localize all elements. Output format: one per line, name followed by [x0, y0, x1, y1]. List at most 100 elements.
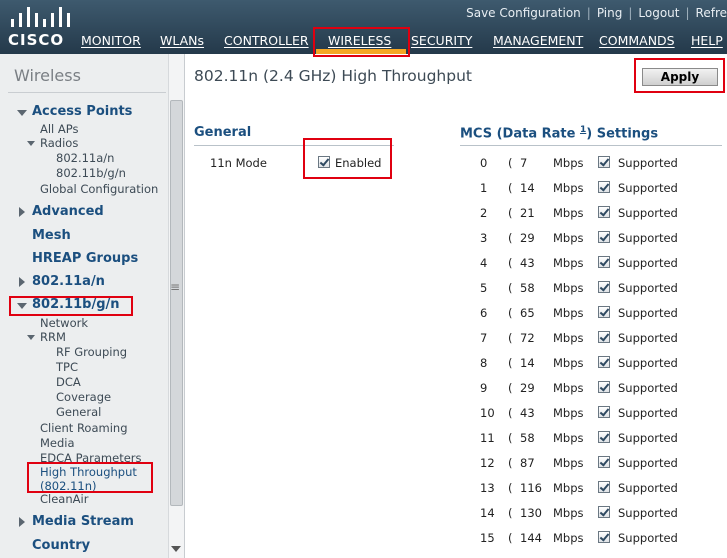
- 11n-mode-checkbox[interactable]: [318, 156, 330, 168]
- mcs-row: 12 (87 Mbps Supported: [450, 456, 720, 481]
- mcs-supported-checkbox[interactable]: [598, 506, 610, 518]
- mcs-rate: 7: [520, 156, 528, 170]
- mcs-unit: Mbps: [553, 331, 584, 345]
- mcs-supported-checkbox[interactable]: [598, 156, 610, 168]
- mcs-index: 7: [480, 331, 488, 345]
- mcs-supported-label: Supported: [618, 156, 678, 170]
- triangle-down-icon[interactable]: [27, 141, 35, 146]
- divider: [194, 145, 394, 146]
- sidebar-item-access-points[interactable]: Access Points: [32, 104, 132, 119]
- mcs-supported-checkbox[interactable]: [598, 281, 610, 293]
- sidebar-item-tpc[interactable]: TPC: [56, 360, 78, 374]
- sidebar-item-global-configuration[interactable]: Global Configuration: [40, 182, 158, 196]
- mcs-rate: 87: [520, 456, 535, 470]
- mcs-supported-label: Supported: [618, 531, 678, 545]
- sidebar-item-advanced[interactable]: Advanced: [32, 204, 104, 219]
- sidebar-item-high-throughput[interactable]: High Throughput: [40, 465, 137, 479]
- nav-management[interactable]: MANAGEMENT: [493, 33, 583, 48]
- triangle-right-icon[interactable]: [19, 517, 25, 527]
- mcs-index: 4: [480, 256, 488, 270]
- sidebar-item-edca-parameters[interactable]: EDCA Parameters: [40, 451, 142, 465]
- sidebar-item-coverage[interactable]: Coverage: [56, 390, 111, 404]
- mcs-supported-label: Supported: [618, 306, 678, 320]
- mcs-rate: 29: [520, 381, 535, 395]
- nav-wireless[interactable]: WIRELESS: [328, 33, 391, 48]
- sidebar-item-80211an[interactable]: 802.11a/n: [32, 274, 105, 289]
- sidebar-item-radios-80211bgn[interactable]: 802.11b/g/n: [56, 166, 126, 180]
- mcs-open-paren: (: [508, 156, 513, 170]
- mcs-rate: 58: [520, 431, 535, 445]
- nav-monitor[interactable]: MONITOR: [81, 33, 141, 48]
- mcs-supported-checkbox[interactable]: [598, 431, 610, 443]
- ping-link[interactable]: Ping: [597, 6, 623, 20]
- mcs-supported-label: Supported: [618, 181, 678, 195]
- mcs-rate: 72: [520, 331, 535, 345]
- mcs-unit: Mbps: [553, 506, 584, 520]
- mcs-rate: 21: [520, 206, 535, 220]
- nav-controller[interactable]: CONTROLLER: [224, 33, 309, 48]
- mcs-index: 10: [480, 406, 495, 420]
- mcs-unit: Mbps: [553, 406, 584, 420]
- mcs-supported-checkbox[interactable]: [598, 181, 610, 193]
- mcs-supported-label: Supported: [618, 206, 678, 220]
- sidebar-item-dca[interactable]: DCA: [56, 375, 81, 389]
- mcs-supported-checkbox[interactable]: [598, 256, 610, 268]
- sidebar-item-client-roaming[interactable]: Client Roaming: [40, 421, 128, 435]
- mcs-supported-label: Supported: [618, 456, 678, 470]
- sidebar-item-80211bgn[interactable]: 802.11b/g/n: [32, 297, 120, 312]
- sidebar-item-hreap-groups[interactable]: HREAP Groups: [32, 251, 138, 266]
- sidebar-item-mesh[interactable]: Mesh: [32, 228, 71, 243]
- nav-security[interactable]: SECURITY: [411, 33, 472, 48]
- mcs-supported-checkbox[interactable]: [598, 306, 610, 318]
- mcs-supported-checkbox[interactable]: [598, 356, 610, 368]
- sidebar-item-media-stream[interactable]: Media Stream: [32, 514, 134, 529]
- scroll-down-arrow-icon[interactable]: [171, 546, 181, 552]
- mcs-supported-checkbox[interactable]: [598, 206, 610, 218]
- mcs-supported-checkbox[interactable]: [598, 406, 610, 418]
- scrollbar-thumb[interactable]: [170, 100, 183, 506]
- sidebar-item-cleanair[interactable]: CleanAir: [40, 492, 88, 506]
- scroll-grip-icon: ≡: [170, 280, 181, 294]
- mcs-supported-label: Supported: [618, 481, 678, 495]
- sidebar-item-media[interactable]: Media: [40, 436, 75, 450]
- sidebar-item-general[interactable]: General: [56, 405, 101, 419]
- mcs-open-paren: (: [508, 256, 513, 270]
- mcs-supported-checkbox[interactable]: [598, 381, 610, 393]
- triangle-down-icon[interactable]: [27, 335, 35, 340]
- mcs-supported-checkbox[interactable]: [598, 331, 610, 343]
- sidebar-item-radios[interactable]: Radios: [40, 136, 78, 150]
- link-separator: |: [685, 6, 690, 20]
- apply-button[interactable]: Apply: [642, 68, 718, 86]
- mcs-open-paren: (: [508, 206, 513, 220]
- sidebar-item-high-throughput-80211n[interactable]: (802.11n): [40, 479, 97, 493]
- mcs-supported-checkbox[interactable]: [598, 456, 610, 468]
- mcs-open-paren: (: [508, 531, 513, 545]
- refresh-link[interactable]: Refre: [696, 6, 727, 20]
- triangle-right-icon[interactable]: [19, 207, 25, 217]
- triangle-right-icon[interactable]: [19, 277, 25, 287]
- sidebar-item-country[interactable]: Country: [32, 538, 90, 553]
- nav-help[interactable]: HELP: [691, 33, 723, 48]
- sidebar-item-all-aps[interactable]: All APs: [40, 122, 79, 136]
- mcs-row: 5 (58 Mbps Supported: [450, 281, 720, 306]
- triangle-down-icon[interactable]: [17, 110, 27, 116]
- mcs-supported-checkbox[interactable]: [598, 531, 610, 543]
- mcs-index: 8: [480, 356, 488, 370]
- logout-link[interactable]: Logout: [638, 6, 679, 20]
- mcs-index: 15: [480, 531, 495, 545]
- sidebar-item-rf-grouping[interactable]: RF Grouping: [56, 345, 127, 359]
- sidebar-item-radios-80211an[interactable]: 802.11a/n: [56, 151, 114, 165]
- mcs-rate: 14: [520, 356, 535, 370]
- nav-commands[interactable]: COMMANDS: [599, 33, 675, 48]
- save-configuration-link[interactable]: Save Configuration: [466, 6, 581, 20]
- nav-wlans[interactable]: WLANs: [160, 33, 204, 48]
- triangle-down-icon[interactable]: [17, 303, 27, 309]
- mcs-settings-heading: MCS (Data Rate 1) Settings: [460, 125, 658, 141]
- top-links: Save Configuration | Ping | Logout | Refre: [466, 6, 727, 22]
- sidebar-item-rrm[interactable]: RRM: [40, 330, 66, 344]
- mcs-supported-checkbox[interactable]: [598, 231, 610, 243]
- mcs-rate: 130: [520, 506, 542, 520]
- mcs-unit: Mbps: [553, 256, 584, 270]
- mcs-supported-checkbox[interactable]: [598, 481, 610, 493]
- sidebar-item-network[interactable]: Network: [40, 316, 88, 330]
